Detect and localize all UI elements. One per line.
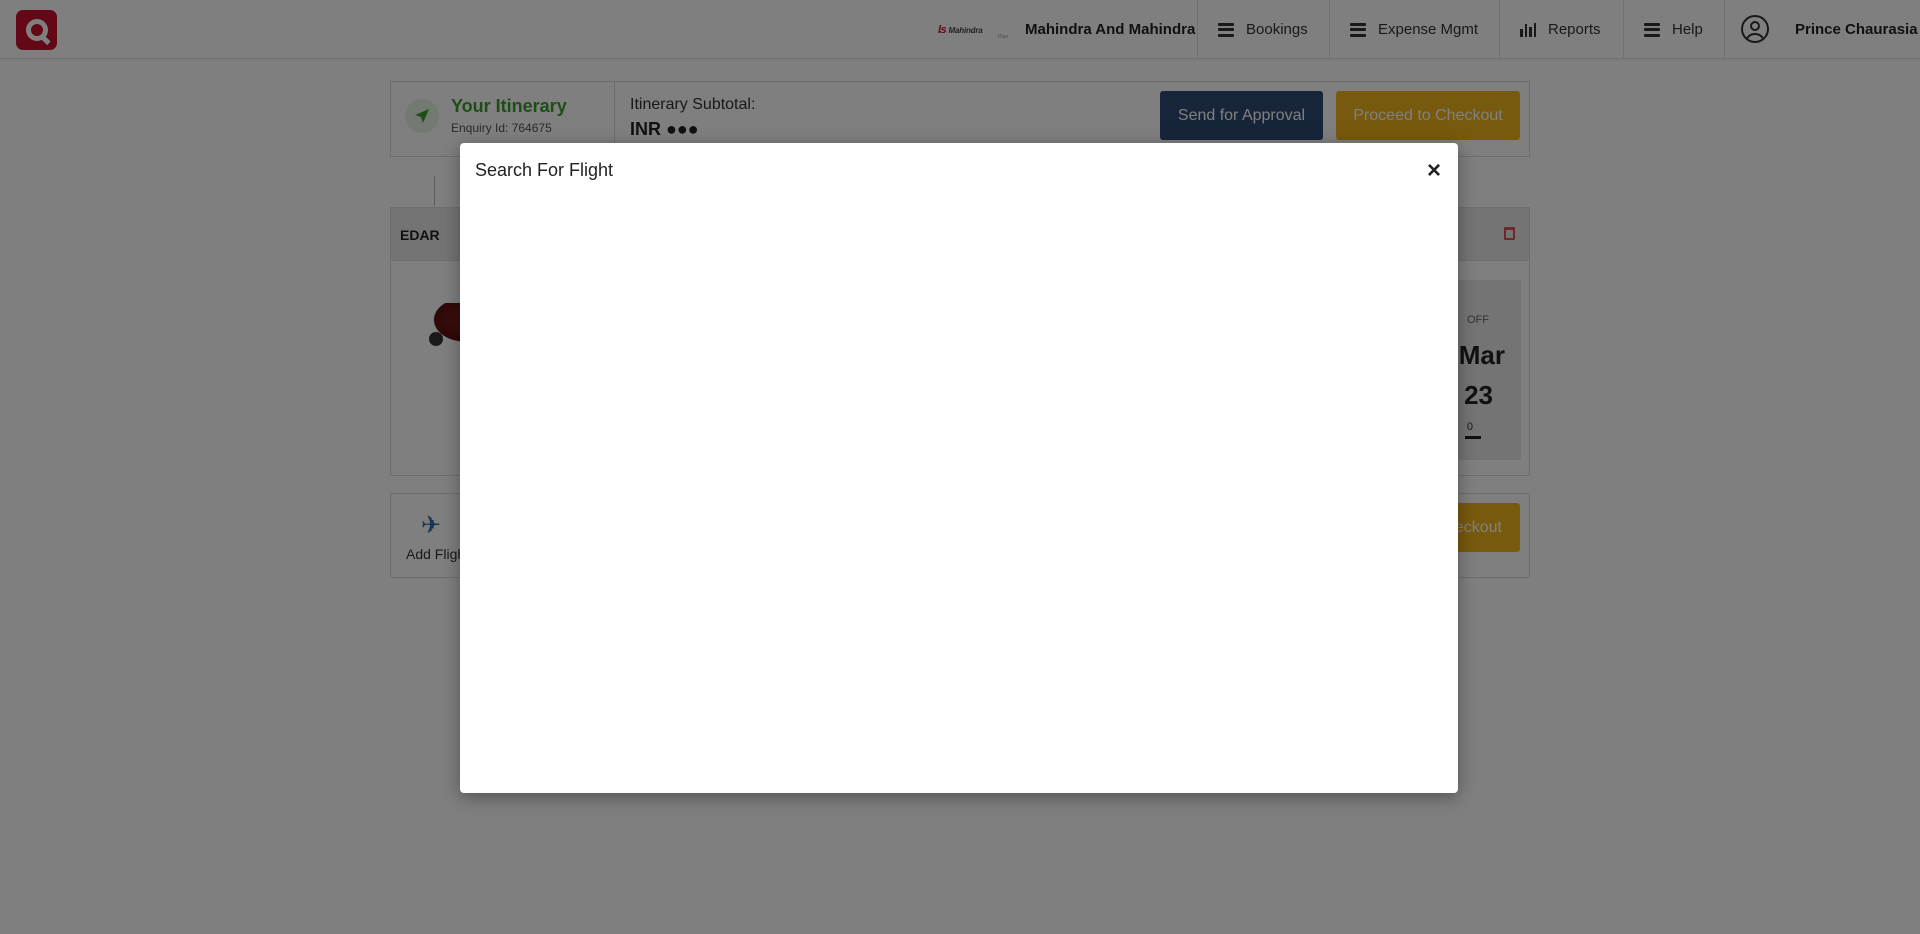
close-icon[interactable]: × [1422,159,1446,183]
modal-title: Search For Flight [475,160,614,180]
search-flight-modal: Search For Flight × [460,143,1458,793]
